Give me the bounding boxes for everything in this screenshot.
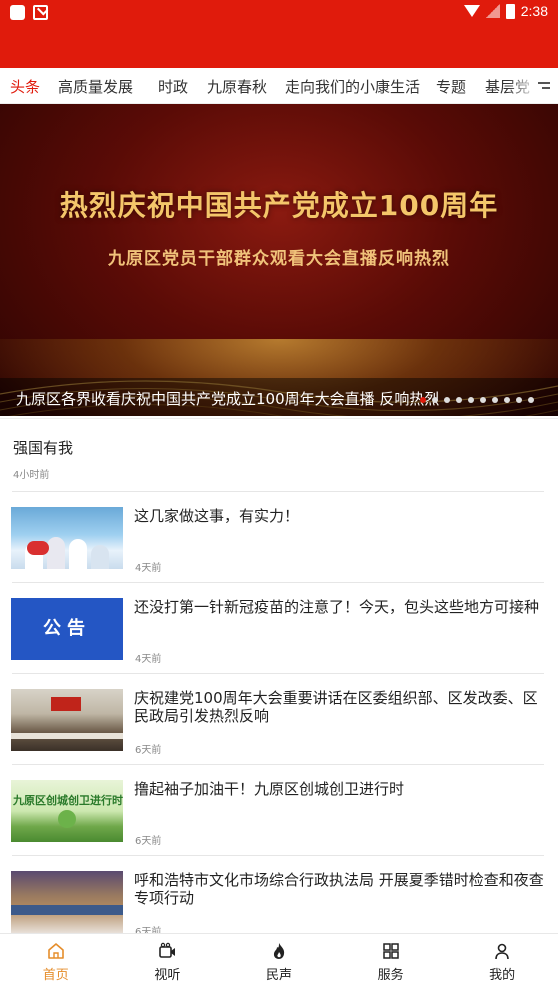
carousel-dot[interactable] — [432, 397, 438, 403]
item-time: 4天前 — [135, 563, 162, 574]
thumb-campaign: 九原区创城创卫进行时 — [11, 780, 123, 842]
channel-tabs: 头条 高质量发展 时政 九原春秋 走向我们的小康生活 专题 基层党 — [0, 68, 558, 104]
divider — [12, 855, 544, 856]
carousel-dot[interactable] — [456, 397, 462, 403]
nav-service[interactable]: 服务 — [335, 934, 447, 993]
globe-icon — [58, 810, 76, 828]
carousel-dot[interactable] — [420, 397, 426, 403]
video-icon — [159, 942, 176, 958]
nav-home[interactable]: 首页 — [0, 934, 112, 993]
tab-xiaokang[interactable]: 走向我们的小康生活 — [285, 76, 420, 97]
signal-icon — [485, 4, 500, 18]
tab-high-quality[interactable]: 高质量发展 — [58, 76, 133, 97]
grid-icon — [382, 943, 399, 959]
mail-icon — [33, 5, 48, 20]
status-bar: 2:38 — [0, 0, 558, 68]
nav-voice[interactable]: 民声 — [223, 934, 335, 993]
list-item[interactable]: 强国有我 4小时前 — [0, 418, 558, 492]
wifi-icon — [463, 5, 480, 17]
tab-special[interactable]: 专题 — [436, 76, 466, 97]
nav-mine[interactable]: 我的 — [446, 934, 558, 993]
home-icon — [47, 943, 64, 959]
carousel-dot[interactable] — [492, 397, 498, 403]
carousel-dot[interactable] — [516, 397, 522, 403]
carousel-dot[interactable] — [444, 397, 450, 403]
notification-app-icon — [10, 5, 25, 20]
item-time: 4小时前 — [13, 470, 50, 481]
carousel-dot[interactable] — [468, 397, 474, 403]
divider — [12, 582, 544, 583]
item-title: 撸起袖子加油干！九原区创城创卫进行时 — [134, 780, 405, 798]
carousel-dot[interactable] — [528, 397, 534, 403]
bottom-nav: 首页 视听 民声 服务 我的 — [0, 933, 558, 993]
list-item[interactable]: 这几家做这事，有实力！ 4天前 — [0, 507, 558, 597]
divider — [12, 491, 544, 492]
flame-icon — [273, 943, 285, 959]
item-title: 呼和浩特市文化市场综合行政执法局 开展夏季错时检查和夜查专项行动 — [134, 871, 544, 907]
list-item[interactable]: 庆祝建党100周年大会重要讲话在区委组织部、区发改委、区民政局引发热烈反响 6天… — [0, 689, 558, 779]
divider — [12, 673, 544, 674]
tab-jiuyuan[interactable]: 九原春秋 — [207, 76, 267, 97]
list-item[interactable]: 公告 还没打第一针新冠疫苗的注意了！今天，包头这些地方可接种 4天前 — [0, 598, 558, 688]
banner-caption[interactable]: 九原区各界收看庆祝中国共产党成立100周年大会直播 反响热烈 — [16, 388, 439, 409]
divider — [12, 764, 544, 765]
banner-subtitle: 九原区党员干部群众观看大会直播反响热烈 — [108, 249, 450, 269]
battery-icon — [505, 3, 515, 19]
status-time: 2:38 — [520, 3, 548, 19]
user-icon — [495, 943, 509, 960]
item-title: 强国有我 — [13, 439, 74, 457]
nav-video[interactable]: 视听 — [112, 934, 224, 993]
thumb-team — [11, 871, 123, 933]
tab-politics[interactable]: 时政 — [158, 76, 188, 97]
item-time: 6天前 — [135, 745, 162, 756]
thumb-meeting — [11, 689, 123, 751]
tab-toutiao[interactable]: 头条 — [10, 76, 40, 97]
item-title: 庆祝建党100周年大会重要讲话在区委组织部、区发改委、区民政局引发热烈反响 — [134, 689, 538, 725]
menu-icon[interactable] — [534, 68, 558, 103]
item-title: 还没打第一针新冠疫苗的注意了！今天，包头这些地方可接种 — [134, 598, 540, 616]
carousel-dot[interactable] — [504, 397, 510, 403]
item-time: 6天前 — [135, 836, 162, 847]
item-time: 4天前 — [135, 654, 162, 665]
carousel-dot[interactable] — [480, 397, 486, 403]
banner-title: 热烈庆祝中国共产党成立100周年 — [59, 189, 499, 222]
list-item[interactable]: 九原区创城创卫进行时 撸起袖子加油干！九原区创城创卫进行时 6天前 — [0, 780, 558, 870]
item-title: 这几家做这事，有实力！ — [134, 507, 300, 525]
carousel-dots — [420, 397, 534, 403]
thumb-notice: 公告 — [11, 598, 123, 660]
banner-carousel[interactable]: 热烈庆祝中国共产党成立100周年 九原区党员干部群众观看大会直播反响热烈 — [0, 104, 558, 416]
thumb-doctors — [11, 507, 123, 569]
